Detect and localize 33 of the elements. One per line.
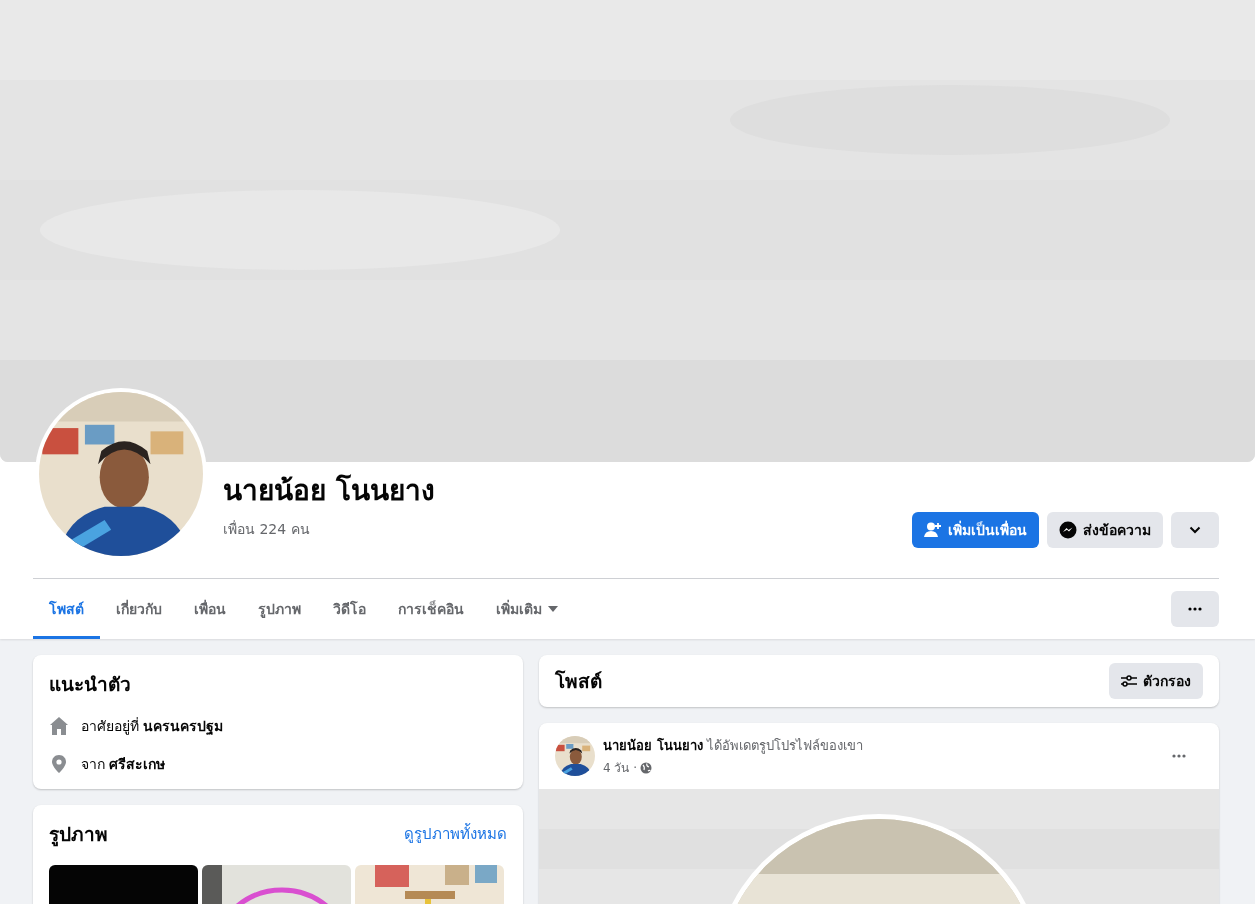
profile-tab[interactable]: เพิ่มเติม — [480, 579, 574, 639]
post-time: 4 วัน · — [603, 760, 638, 777]
profile-tab[interactable]: รูปภาพ — [242, 579, 317, 639]
profile-tab[interactable]: เพื่อน — [178, 579, 242, 639]
message-button[interactable]: ส่งข้อความ — [1047, 512, 1163, 548]
more-icon — [1188, 607, 1202, 611]
add-friend-button[interactable]: เพิ่มเป็นเพื่อน — [912, 512, 1039, 548]
profile-tab[interactable]: วิดีโอ — [317, 579, 382, 639]
intro-detail: อาศัยอยู่ที่ นครนครปฐม — [81, 716, 224, 737]
profile-tab[interactable]: เกี่ยวกับ — [100, 579, 178, 639]
card-title: รูปภาพ — [49, 822, 108, 849]
map-pin-icon — [49, 754, 69, 774]
card-title: แนะนำตัว — [49, 672, 132, 697]
messenger-icon — [1059, 521, 1077, 539]
more-icon — [1172, 754, 1186, 758]
card-title: โพสต์ — [555, 669, 602, 694]
chevron-down-icon — [1189, 526, 1201, 534]
post-headline: นายน้อย โนนยาง ได้อัพเดตรูปโปรไฟล์ของเขา — [603, 737, 864, 756]
friend-count: เพื่อน 224 คน — [223, 519, 311, 539]
post-avatar[interactable] — [555, 736, 595, 776]
dropdown-button[interactable] — [1171, 512, 1219, 548]
profile-tab[interactable]: การเช็คอิน — [382, 579, 480, 639]
home-icon — [49, 716, 69, 736]
profile-tab[interactable]: โพสต์ — [33, 579, 100, 639]
add-friend-icon — [924, 522, 942, 538]
filter-button[interactable]: ตัวกรอง — [1109, 663, 1203, 699]
see-all-photos-link[interactable]: ดูรูปภาพทั้งหมด — [404, 822, 507, 846]
more-options-button[interactable] — [1171, 591, 1219, 627]
filter-icon — [1121, 675, 1137, 687]
profile-name: นายน้อย โนนยาง — [223, 473, 436, 509]
globe-icon — [640, 761, 653, 774]
caret-icon — [548, 606, 558, 612]
intro-detail: จาก ศรีสะเกษ — [81, 755, 166, 774]
